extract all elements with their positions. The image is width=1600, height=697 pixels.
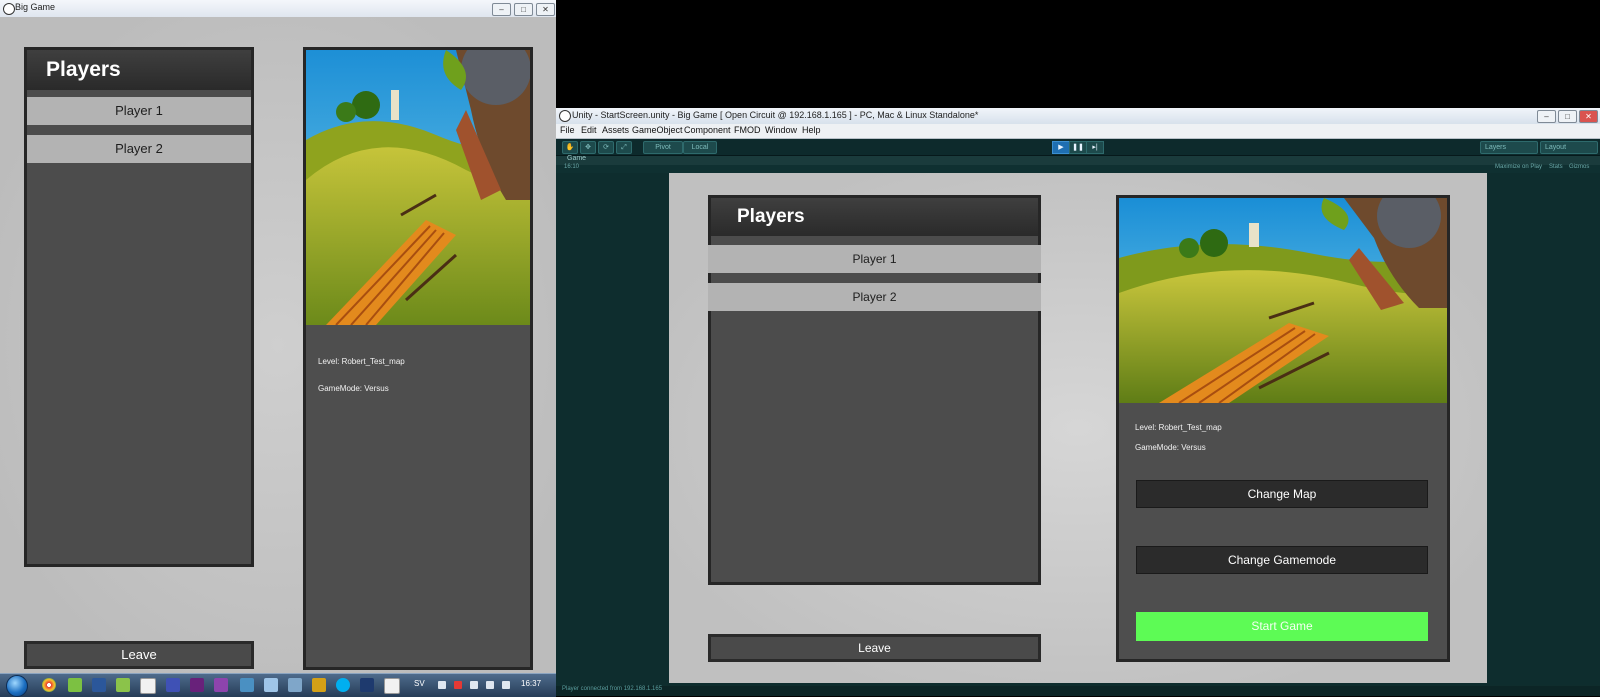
level-preview-image bbox=[1119, 198, 1447, 403]
change-gamemode-button[interactable]: Change Gamemode bbox=[1136, 546, 1428, 574]
leave-button[interactable]: Leave bbox=[708, 634, 1041, 662]
menu-window[interactable]: Window bbox=[765, 125, 797, 135]
menu-help[interactable]: Help bbox=[802, 125, 821, 135]
maximize-on-play-toggle[interactable]: Maximize on Play bbox=[1495, 164, 1542, 170]
app-icon[interactable] bbox=[312, 678, 326, 692]
tray-icon[interactable] bbox=[486, 681, 494, 689]
minimize-icon[interactable]: – bbox=[492, 3, 511, 16]
players-title: Players bbox=[46, 58, 121, 81]
player-list-item[interactable]: Player 1 bbox=[708, 245, 1041, 273]
unity-logo-icon bbox=[559, 110, 571, 122]
app-icon[interactable] bbox=[360, 678, 374, 692]
app-icon[interactable] bbox=[166, 678, 180, 692]
chrome-icon[interactable] bbox=[42, 678, 56, 692]
maximize-icon[interactable]: □ bbox=[1558, 110, 1577, 123]
level-label: Level: Robert_Test_map bbox=[1135, 423, 1222, 432]
app-icon[interactable] bbox=[240, 678, 254, 692]
level-preview-image bbox=[306, 50, 530, 325]
move-tool-icon[interactable]: ✥ bbox=[580, 141, 596, 154]
app-icon[interactable] bbox=[288, 678, 302, 692]
unity-window-title: Unity - StartScreen.unity - Big Game [ O… bbox=[572, 110, 979, 120]
start-game-button[interactable]: Start Game bbox=[1136, 612, 1428, 641]
visual-studio-icon[interactable] bbox=[190, 678, 204, 692]
players-title: Players bbox=[737, 206, 805, 227]
unity-taskbar-icon[interactable] bbox=[384, 678, 400, 694]
leave-button[interactable]: Leave bbox=[24, 641, 254, 669]
language-indicator[interactable]: SV bbox=[414, 679, 425, 688]
players-header: Players bbox=[711, 198, 1038, 236]
menu-gameobject[interactable]: GameObject bbox=[632, 125, 683, 135]
menu-file[interactable]: File bbox=[560, 125, 575, 135]
player-list-item[interactable]: Player 2 bbox=[708, 283, 1041, 311]
menu-fmod[interactable]: FMOD bbox=[734, 125, 761, 135]
visual-studio-icon[interactable] bbox=[214, 678, 228, 692]
maximize-icon[interactable]: □ bbox=[514, 3, 533, 16]
unity-logo-icon bbox=[3, 3, 15, 15]
word-icon[interactable] bbox=[92, 678, 106, 692]
hand-tool-icon[interactable]: ✋ bbox=[562, 141, 578, 154]
level-preview-scene bbox=[1119, 198, 1447, 403]
pause-icon[interactable]: ❚❚ bbox=[1069, 141, 1087, 154]
layout-dropdown[interactable]: Layout bbox=[1540, 141, 1598, 154]
players-panel bbox=[24, 47, 254, 567]
gamemode-label: GameMode: Versus bbox=[318, 384, 389, 393]
player-list-item[interactable]: Player 1 bbox=[27, 97, 251, 125]
aspect-dropdown[interactable]: 16:10 bbox=[564, 164, 579, 170]
player-list-item[interactable]: Player 2 bbox=[27, 135, 251, 163]
gamemode-label: GameMode: Versus bbox=[1135, 443, 1206, 452]
play-icon[interactable]: ▶ bbox=[1052, 141, 1070, 154]
status-message: Player connected from 192.168.1.165 bbox=[562, 686, 663, 692]
gizmos-dropdown[interactable]: Gizmos bbox=[1569, 164, 1589, 170]
level-preview-scene bbox=[306, 50, 530, 325]
change-map-button[interactable]: Change Map bbox=[1136, 480, 1428, 508]
scale-tool-icon[interactable]: ⤢ bbox=[616, 141, 632, 154]
tab-game[interactable]: Game bbox=[567, 155, 586, 162]
level-label: Level: Robert_Test_map bbox=[318, 357, 405, 366]
close-icon[interactable]: ✕ bbox=[1579, 110, 1598, 123]
taskbar-clock[interactable]: 16:37 bbox=[521, 679, 541, 688]
menu-assets[interactable]: Assets bbox=[602, 125, 629, 135]
tray-icon[interactable] bbox=[454, 681, 462, 689]
app-icon[interactable] bbox=[68, 678, 82, 692]
app-icon[interactable] bbox=[264, 678, 278, 692]
menu-edit[interactable]: Edit bbox=[581, 125, 597, 135]
minimize-icon[interactable]: – bbox=[1537, 110, 1556, 123]
game-view-bar bbox=[556, 165, 1600, 173]
layers-dropdown[interactable]: Layers bbox=[1480, 141, 1538, 154]
skype-icon[interactable] bbox=[336, 678, 350, 692]
app-icon[interactable] bbox=[116, 678, 130, 692]
pivot-toggle[interactable]: Pivot bbox=[643, 141, 683, 154]
window-title: Big Game bbox=[15, 2, 56, 12]
step-icon[interactable]: ▸| bbox=[1086, 141, 1104, 154]
rotate-tool-icon[interactable]: ⟳ bbox=[598, 141, 614, 154]
unity-taskbar-icon[interactable] bbox=[140, 678, 156, 694]
game-tab-bar bbox=[556, 156, 1600, 165]
unity-statusbar bbox=[556, 686, 1600, 696]
tray-arrow-icon[interactable] bbox=[438, 681, 446, 689]
volume-icon[interactable] bbox=[502, 681, 510, 689]
players-header: Players bbox=[27, 50, 251, 90]
menu-component[interactable]: Component bbox=[684, 125, 731, 135]
start-button-icon[interactable] bbox=[6, 675, 28, 697]
stats-toggle[interactable]: Stats bbox=[1549, 164, 1563, 170]
big-game-titlebar[interactable] bbox=[0, 0, 556, 18]
local-toggle[interactable]: Local bbox=[683, 141, 717, 154]
close-icon[interactable]: ✕ bbox=[536, 3, 555, 16]
network-icon[interactable] bbox=[470, 681, 478, 689]
